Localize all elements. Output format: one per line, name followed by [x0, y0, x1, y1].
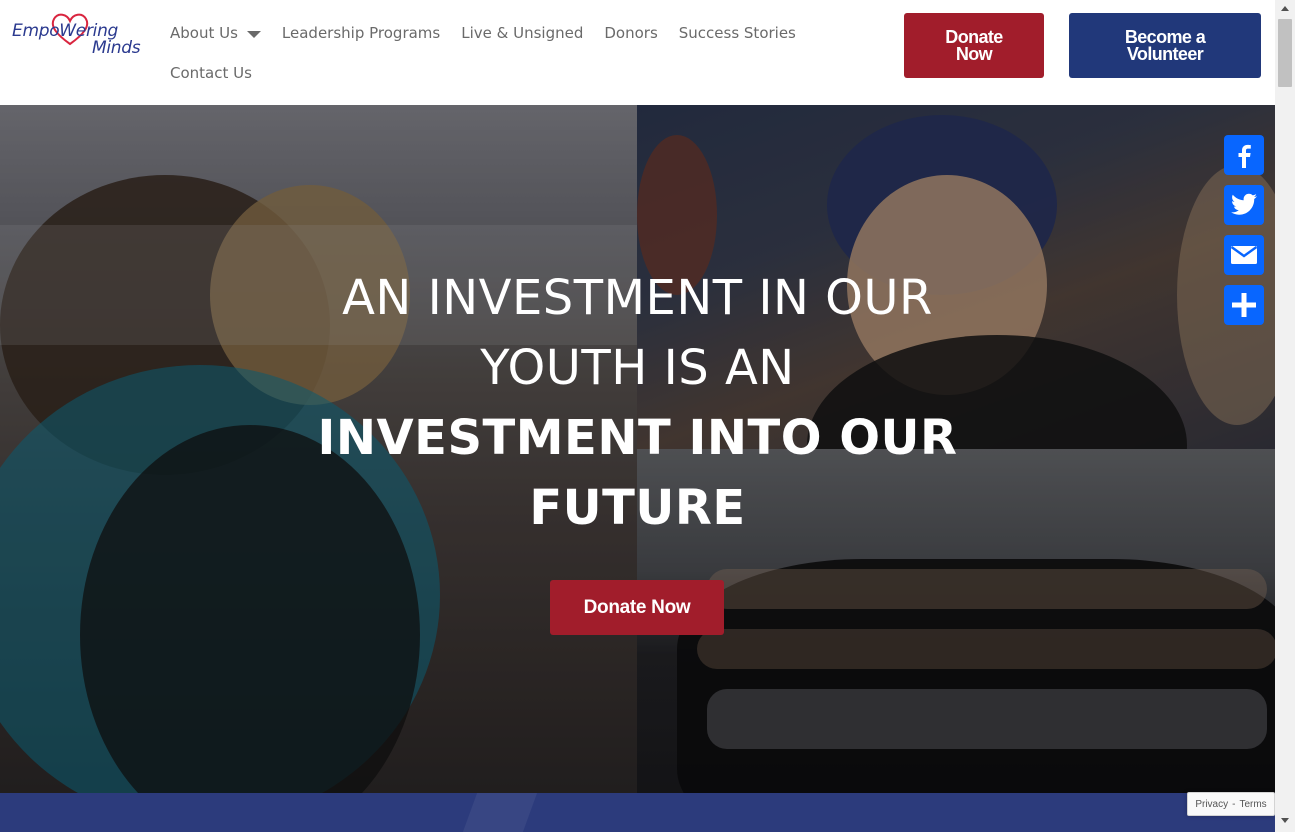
- email-share-button[interactable]: [1224, 235, 1264, 275]
- nav-item-label: Donors: [604, 24, 658, 42]
- hero-headline: AN INVESTMENT IN OUR YOUTH IS AN INVESTM…: [300, 263, 975, 543]
- donate-now-hero-button[interactable]: Donate Now: [550, 580, 724, 635]
- nav-row-2: Contact Us: [170, 62, 870, 84]
- nav-item-label: Success Stories: [678, 24, 796, 42]
- nav-item-about-us[interactable]: About Us: [170, 24, 261, 42]
- hero-line-1: AN INVESTMENT IN OUR: [342, 270, 933, 326]
- site-header: EmpoWering Minds About Us Leadership Pro…: [0, 0, 1275, 105]
- donate-button-line2: Now: [955, 43, 993, 64]
- recaptcha-badge[interactable]: Privacy - Terms: [1187, 792, 1275, 816]
- volunteer-button-line1: Become a: [1124, 26, 1206, 47]
- nav-row-1: About Us Leadership Programs Live & Unsi…: [170, 22, 870, 44]
- hero-section: AN INVESTMENT IN OUR YOUTH IS AN INVESTM…: [0, 105, 1275, 793]
- page-scrollbar[interactable]: [1275, 0, 1295, 832]
- recaptcha-separator: -: [1232, 798, 1236, 810]
- nav-item-live-unsigned[interactable]: Live & Unsigned: [461, 24, 583, 42]
- hero-line-3: INVESTMENT INTO OUR: [317, 410, 958, 466]
- nav-item-label: Leadership Programs: [281, 24, 441, 42]
- logo-text-minds: Minds: [92, 38, 141, 58]
- nav-item-success-stories[interactable]: Success Stories: [679, 24, 796, 42]
- hero-line-4: FUTURE: [529, 480, 746, 536]
- nav-item-contact-us[interactable]: Contact Us: [170, 64, 252, 82]
- chevron-down-icon[interactable]: [246, 30, 261, 38]
- recaptcha-terms-link[interactable]: Terms: [1239, 799, 1266, 810]
- facebook-icon: [1238, 144, 1251, 168]
- donate-button-line1: Donate: [945, 26, 1003, 47]
- nav-item-label: Contact Us: [170, 64, 252, 82]
- twitter-share-button[interactable]: [1224, 185, 1264, 225]
- scroll-down-arrow-icon[interactable]: [1281, 818, 1289, 823]
- main-nav: About Us Leadership Programs Live & Unsi…: [170, 22, 870, 102]
- scrollbar-thumb[interactable]: [1278, 19, 1292, 87]
- facebook-share-button[interactable]: [1224, 135, 1264, 175]
- become-volunteer-button[interactable]: Become a Volunteer: [1069, 13, 1261, 78]
- site-logo[interactable]: EmpoWering Minds: [12, 12, 152, 60]
- nav-item-leadership-programs[interactable]: Leadership Programs: [282, 24, 440, 42]
- volunteer-button-line2: Volunteer: [1126, 43, 1204, 64]
- scroll-up-arrow-icon[interactable]: [1281, 6, 1289, 11]
- twitter-icon: [1231, 193, 1257, 215]
- donate-now-header-button[interactable]: Donate Now: [904, 13, 1044, 78]
- share-plus-icon: [1232, 293, 1256, 317]
- share-bar: [1224, 135, 1264, 335]
- share-more-button[interactable]: [1224, 285, 1264, 325]
- recaptcha-privacy-link[interactable]: Privacy: [1195, 799, 1228, 810]
- email-icon: [1230, 246, 1258, 264]
- band-decoration: [462, 793, 538, 832]
- next-section-band: [0, 793, 1275, 832]
- hero-line-2: YOUTH IS AN: [480, 340, 795, 396]
- nav-item-label: About Us: [170, 24, 238, 42]
- nav-item-donors[interactable]: Donors: [604, 24, 657, 42]
- nav-item-label: Live & Unsigned: [461, 24, 584, 42]
